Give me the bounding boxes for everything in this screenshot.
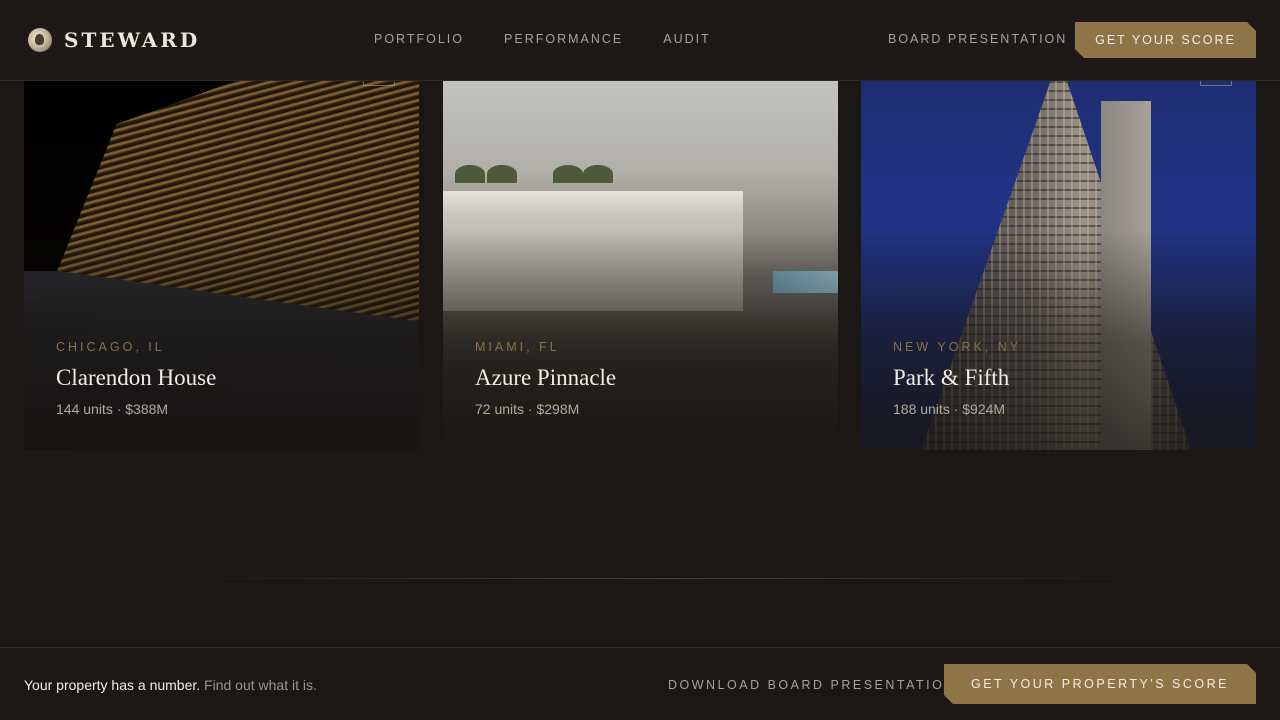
board-presentation-link[interactable]: BOARD PRESENTATION: [888, 32, 1067, 46]
property-location: NEW YORK, NY: [893, 340, 1022, 354]
property-card-clarendon-house[interactable]: CHICAGO, IL Clarendon House 144 units · …: [24, 81, 419, 450]
brand-name: STEWARD: [64, 28, 201, 52]
crest-icon: [28, 28, 52, 52]
property-card-azure-pinnacle[interactable]: MIAMI, FL Azure Pinnacle 72 units · $298…: [443, 81, 838, 450]
card-corner-tab: [1200, 81, 1232, 86]
tagline-soft: Find out what it is.: [204, 677, 317, 693]
nav-item-portfolio[interactable]: PORTFOLIO: [374, 32, 464, 46]
section-divider: [170, 578, 1160, 579]
nav-item-performance[interactable]: PERFORMANCE: [504, 32, 623, 46]
get-your-score-button[interactable]: GET YOUR SCORE: [1075, 22, 1256, 58]
sticky-footer-bar: Your property has a number. Find out wha…: [0, 647, 1280, 720]
property-name: Azure Pinnacle: [475, 365, 617, 390]
property-name: Clarendon House: [56, 365, 217, 390]
nav-item-audit[interactable]: AUDIT: [663, 32, 711, 46]
card-corner-tab: [782, 81, 814, 86]
tagline-strong: Your property has a number.: [24, 677, 201, 693]
brand-logo[interactable]: STEWARD: [28, 27, 200, 53]
site-header: STEWARD PORTFOLIO PERFORMANCE AUDIT BOAR…: [0, 0, 1280, 81]
property-card-park-and-fifth[interactable]: NEW YORK, NY Park & Fifth 188 units · $9…: [861, 81, 1256, 450]
main-nav: PORTFOLIO PERFORMANCE AUDIT: [374, 32, 711, 46]
property-location: CHICAGO, IL: [56, 340, 165, 354]
get-property-score-button[interactable]: GET YOUR PROPERTY'S SCORE: [944, 664, 1256, 704]
download-board-presentation-link[interactable]: DOWNLOAD BOARD PRESENTATION: [668, 678, 956, 692]
property-location: MIAMI, FL: [475, 340, 560, 354]
card-corner-tab: [363, 81, 395, 86]
property-name: Park & Fifth: [893, 365, 1010, 390]
property-meta: 144 units · $388M: [56, 401, 169, 417]
footer-tagline: Your property has a number. Find out wha…: [24, 677, 317, 693]
property-meta: 72 units · $298M: [475, 401, 580, 417]
property-meta: 188 units · $924M: [893, 401, 1006, 417]
